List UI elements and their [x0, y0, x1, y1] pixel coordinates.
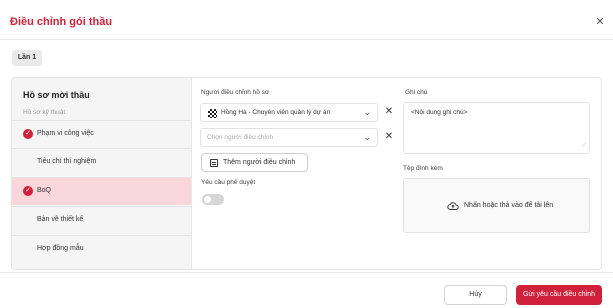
- note-label: Ghi chú: [405, 89, 428, 96]
- user-list-icon: [210, 159, 218, 167]
- sidebar-item-label: Phạm vi công việc: [37, 130, 94, 137]
- sidebar-item-boq[interactable]: ✓ BoQ: [12, 177, 191, 205]
- adjuster-select-empty[interactable]: Chọn người điều chỉnh ⌄: [200, 128, 378, 147]
- sidebar-item-scope[interactable]: ✓ Phạm vi công việc: [12, 120, 191, 148]
- submit-adjustment-button[interactable]: Gửi yêu cầu điều chỉnh: [516, 285, 602, 305]
- approval-label: Yêu cầu phê duyệt: [201, 179, 256, 186]
- approval-toggle[interactable]: [202, 194, 224, 205]
- dropzone-text: Nhấn hoặc thả vào để tải lên: [464, 202, 554, 209]
- sidebar-subtitle: Hồ sơ kỹ thuật: [23, 109, 66, 116]
- chevron-down-icon: ⌄: [363, 107, 371, 117]
- attachments-label: Tệp đính kèm: [403, 165, 443, 172]
- sidebar-item-label: Bản vẽ thiết kế: [37, 216, 84, 223]
- sidebar-item-label: Hợp đồng mẫu: [37, 245, 84, 252]
- remove-adjuster-icon[interactable]: ✕: [384, 106, 394, 117]
- toggle-knob: [204, 196, 211, 203]
- adjusters-label: Người điều chỉnh hồ sơ: [201, 89, 270, 96]
- sidebar-item-contract-template[interactable]: Hợp đồng mẫu: [12, 235, 191, 263]
- round-tab[interactable]: Lần 1: [12, 50, 42, 66]
- document-sidebar: Hồ sơ mời thầu Hồ sơ kỹ thuật ✓ Phạm vi …: [12, 78, 192, 269]
- sidebar-item-test-criteria[interactable]: Tiêu chí thí nghiệm: [12, 148, 191, 176]
- check-circle-icon: ✓: [23, 129, 33, 139]
- avatar: [208, 109, 217, 118]
- footer-divider: [0, 272, 613, 273]
- sidebar-item-label: BoQ: [37, 187, 52, 194]
- file-dropzone[interactable]: Nhấn hoặc thả vào để tải lên: [403, 178, 590, 233]
- chevron-down-icon: ⌄: [363, 132, 371, 142]
- sidebar-item-design-drawings[interactable]: Bản vẽ thiết kế: [12, 206, 191, 234]
- sidebar-title: Hồ sơ mời thầu: [23, 90, 90, 100]
- remove-adjuster-icon[interactable]: ✕: [384, 131, 394, 142]
- check-circle-icon: ✓: [23, 186, 33, 196]
- note-value: <Nội dung ghi chú>: [411, 109, 468, 116]
- resize-handle-icon[interactable]: ⟋: [582, 143, 586, 150]
- adjuster-select[interactable]: Hồng Hà - Chuyên viên quản lý dự án ⌄: [200, 103, 378, 122]
- cancel-button[interactable]: Hủy: [444, 285, 507, 305]
- dialog-title: Điều chỉnh gói thầu: [10, 16, 113, 28]
- add-adjuster-label: Thêm người điều chỉnh: [223, 159, 296, 166]
- header-divider: [0, 39, 613, 40]
- adjuster-placeholder: Chọn người điều chỉnh: [207, 134, 274, 141]
- cloud-upload-icon: [447, 202, 459, 210]
- add-adjuster-button[interactable]: Thêm người điều chỉnh: [201, 153, 308, 172]
- note-textarea[interactable]: <Nội dung ghi chú> ⟋: [403, 102, 590, 154]
- close-icon[interactable]: ✕: [594, 16, 606, 28]
- adjuster-selected-value: Hồng Hà - Chuyên viên quản lý dự án: [221, 109, 331, 116]
- sidebar-item-label: Tiêu chí thí nghiệm: [37, 158, 97, 165]
